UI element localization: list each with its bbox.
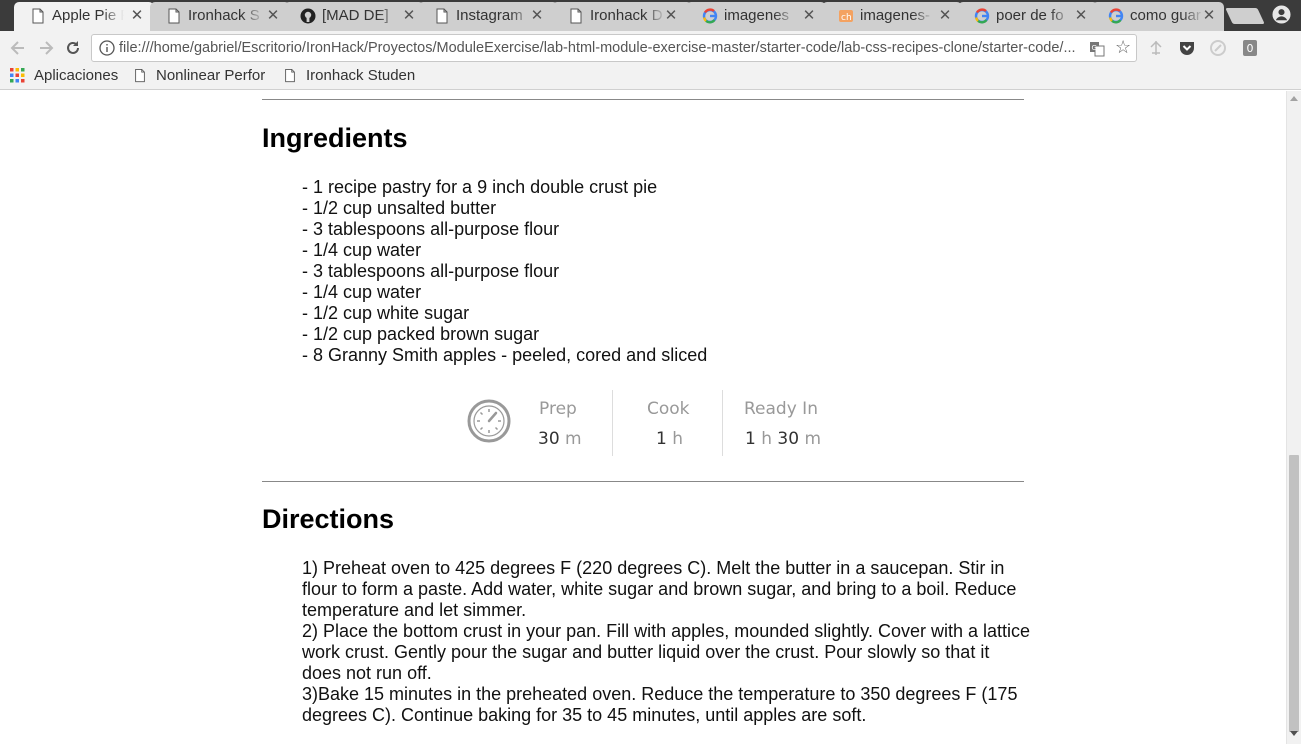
ch-icon: ch (839, 10, 853, 23)
ready-time: Ready In 1 h 30 m (722, 390, 826, 456)
document-icon (436, 8, 448, 24)
cook-label: Cook (647, 399, 690, 419)
direction-step: 2) Place the bottom crust in your pan. F… (302, 621, 1031, 683)
tab-ironhack-d[interactable]: Ironhack D ✕ (552, 2, 692, 31)
tab-title: [MAD DE] (322, 7, 400, 24)
close-icon[interactable]: ✕ (130, 6, 144, 24)
tab-imagenes-2[interactable]: ch imagenes- ✕ (822, 2, 962, 31)
tab-mad-de[interactable]: [MAD DE] ✕ (284, 2, 424, 31)
scroll-down-arrow-icon[interactable] (1290, 731, 1298, 736)
page-viewport: Ingredients - 1 recipe pastry for a 9 in… (0, 91, 1286, 744)
ingredients-list: - 1 recipe pastry for a 9 inch double cr… (302, 177, 707, 366)
scroll-up-arrow-icon[interactable] (1290, 96, 1298, 101)
ingredient-item: - 8 Granny Smith apples - peeled, cored … (302, 345, 708, 365)
back-arrow-icon[interactable] (8, 38, 28, 58)
document-icon (32, 8, 44, 24)
bookmark-star-icon[interactable]: ☆ (1115, 37, 1131, 58)
tab-apple-pie[interactable]: Apple Pie F ✕ (14, 2, 154, 31)
ingredient-item: - 1/4 cup water (302, 282, 422, 302)
close-icon[interactable]: ✕ (266, 6, 280, 24)
tab-title: imagenes (724, 7, 796, 24)
reload-icon[interactable] (63, 38, 83, 58)
document-icon (135, 68, 145, 83)
tab-strip: Apple Pie F ✕ Ironhack S ✕ [MAD DE] ✕ In… (0, 0, 1301, 31)
document-icon (570, 8, 582, 24)
google-icon (702, 8, 718, 24)
tab-title: Ironhack S (188, 7, 264, 24)
toolbar: file:///home/gabriel/Escritorio/IronHack… (0, 31, 1301, 64)
cook-value: 1 h (656, 429, 684, 449)
ready-value: 1 h 30 m (745, 429, 822, 449)
tab-title: Instagram (456, 7, 532, 24)
ready-label: Ready In (744, 399, 818, 419)
prep-time: Prep 30 m (538, 390, 612, 456)
tab-title: como guar (1130, 7, 1204, 24)
directions-heading: Directions (262, 504, 395, 534)
ingredient-item: - 1/2 cup unsalted butter (302, 198, 497, 218)
tab-como-guar[interactable]: como guar ✕ (1092, 2, 1224, 31)
divider (262, 99, 1024, 100)
tab-title: imagenes- (860, 7, 934, 24)
document-icon (168, 8, 180, 24)
close-icon[interactable]: ✕ (402, 6, 416, 24)
svg-text:ch: ch (841, 13, 852, 23)
close-icon[interactable]: ✕ (1202, 6, 1216, 24)
close-icon[interactable]: ✕ (938, 6, 952, 24)
translate-icon[interactable]: G (1089, 41, 1105, 57)
google-icon (1108, 8, 1124, 24)
extension-leaf-icon[interactable] (1208, 38, 1228, 58)
close-icon[interactable]: ✕ (664, 6, 678, 24)
tab-imagenes-1[interactable]: imagenes ✕ (686, 2, 826, 31)
ingredients-heading: Ingredients (262, 123, 408, 153)
url-text[interactable]: file:///home/gabriel/Escritorio/IronHack… (119, 40, 1079, 56)
info-icon[interactable] (99, 40, 115, 56)
ingredient-item: - 3 tablespoons all-purpose flour (302, 219, 560, 239)
tab-ironhack-s[interactable]: Ironhack S ✕ (150, 2, 290, 31)
close-icon[interactable]: ✕ (530, 6, 544, 24)
close-icon[interactable]: ✕ (802, 6, 816, 24)
prep-value: 30 m (538, 429, 582, 449)
ingredient-item: - 1/2 cup white sugar (302, 303, 470, 323)
document-icon (285, 68, 295, 83)
vertical-scrollbar[interactable] (1286, 91, 1301, 744)
svg-text:0: 0 (1247, 42, 1254, 55)
forward-arrow-icon[interactable] (36, 38, 56, 58)
close-icon[interactable]: ✕ (1074, 6, 1088, 24)
profile-icon[interactable] (1272, 5, 1291, 24)
ingredient-item: - 3 tablespoons all-purpose flour (302, 261, 560, 281)
pocket-icon[interactable] (1177, 38, 1197, 58)
bookmark-ironhack-student[interactable]: Ironhack Studen (283, 67, 416, 84)
cook-time: Cook 1 h (612, 390, 722, 456)
apps-grid-icon (10, 68, 25, 83)
google-icon (974, 8, 990, 24)
bookmark-label: Aplicaciones (34, 67, 119, 84)
divider (262, 481, 1024, 482)
tab-title: Ironhack D (590, 7, 666, 24)
direction-step: 3)Bake 15 minutes in the preheated oven.… (302, 684, 1018, 725)
prep-label: Prep (539, 399, 577, 419)
extension-counter-icon[interactable]: 0 (1240, 38, 1260, 58)
tab-title: poer de fo (996, 7, 1072, 24)
ingredient-item: - 1/4 cup water (302, 240, 422, 260)
timer-icon (467, 399, 511, 443)
bookmark-aplicaciones[interactable]: Aplicaciones (10, 67, 118, 84)
tab-poer-de-fo[interactable]: poer de fo ✕ (958, 2, 1098, 31)
directions-list: 1) Preheat oven to 425 degrees F (220 de… (302, 558, 1032, 726)
bookmark-nonlinear[interactable]: Nonlinear Perfor (133, 67, 268, 84)
bookmarks-bar: Aplicaciones Nonlinear Perfor Ironhack S… (0, 64, 1301, 90)
extension-tree-icon[interactable] (1146, 38, 1166, 58)
ingredient-item: - 1/2 cup packed brown sugar (302, 324, 540, 344)
github-icon (300, 8, 316, 24)
bookmark-label: Nonlinear Perfor (156, 67, 266, 84)
scroll-thumb[interactable] (1289, 455, 1299, 732)
svg-text:G: G (1092, 44, 1097, 52)
tab-title: Apple Pie F (52, 7, 124, 24)
new-tab-button[interactable] (1225, 8, 1265, 24)
address-bar[interactable]: file:///home/gabriel/Escritorio/IronHack… (91, 34, 1137, 62)
direction-step: 1) Preheat oven to 425 degrees F (220 de… (302, 558, 1017, 620)
ingredient-item: - 1 recipe pastry for a 9 inch double cr… (302, 177, 658, 197)
bookmark-label: Ironhack Studen (306, 67, 416, 84)
recipe-times: Prep 30 m Cook 1 h Ready In 1 h 30 m (466, 390, 826, 456)
tab-instagram[interactable]: Instagram ✕ (418, 2, 558, 31)
